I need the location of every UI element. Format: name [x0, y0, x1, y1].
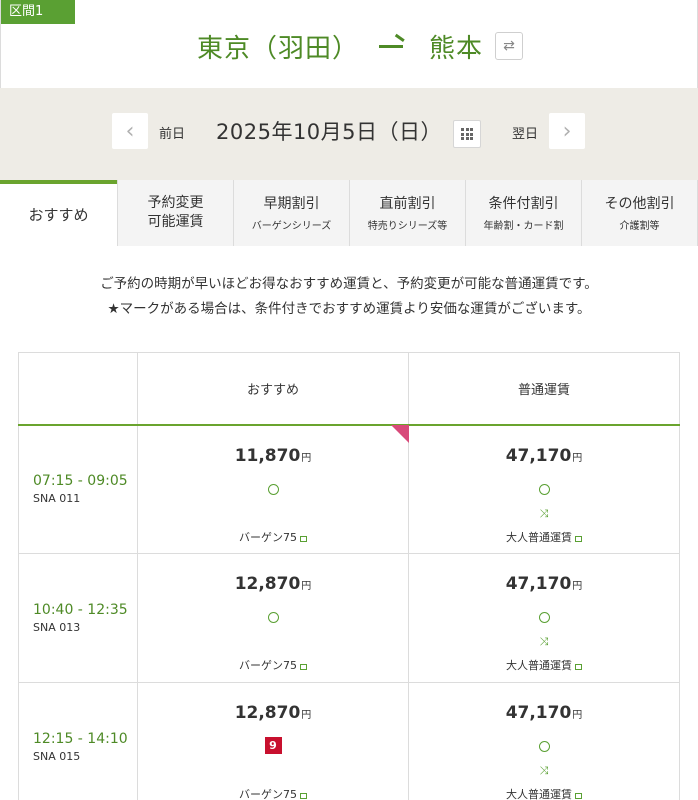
tab-title: その他割引: [604, 195, 675, 212]
remaining-seats-badge: 9: [264, 737, 282, 754]
table-row: 12:15 - 14:10 SNA 015 12,870円 9 バーゲン75 4…: [18, 682, 680, 800]
prev-day-label[interactable]: 前日: [159, 123, 185, 142]
external-link-icon: [575, 535, 582, 542]
external-link-icon: [575, 664, 582, 670]
external-link-icon: [575, 793, 582, 799]
external-link-icon: [300, 664, 307, 670]
tab-subtitle: バーゲンシリーズ: [251, 220, 332, 232]
fare-table: おすすめ 普通運賃 07:15 - 09:05 SNA 011 11,870円 …: [18, 352, 680, 800]
available-circle-icon: [267, 483, 279, 495]
table-row: 07:15 - 09:05 SNA 011 11,870円 バーゲン75 47,…: [18, 424, 680, 554]
calendar-grid-icon: [461, 128, 473, 140]
recommended-fare-cell[interactable]: 12,870円 9 バーゲン75: [137, 682, 409, 800]
fare-price: 47,170: [505, 703, 572, 723]
external-link-icon: [300, 793, 307, 799]
date-navigation: ‹ 前日 2025年10月5日（日） 翌日 ›: [0, 88, 698, 180]
available-circle-icon: [538, 741, 550, 752]
route-arrow-icon: [379, 36, 415, 56]
header-regular: 普通運賃: [408, 352, 680, 425]
section-tag: 区間1: [1, 0, 75, 24]
changeable-shuffle-icon: ⤨: [539, 635, 549, 648]
fare-price: 11,870: [234, 445, 301, 466]
intro-line: ご予約の時期が早いほどお得なおすすめ運賃と、予約変更が可能な普通運賃です。: [100, 276, 598, 292]
fare-name-link[interactable]: バーゲン75: [239, 531, 297, 544]
tab-title: 早期割引: [263, 195, 320, 212]
tab-last-minute-discount[interactable]: 直前割引 特売りシリーズ等: [349, 180, 465, 246]
destination-airport: 熊本: [429, 33, 484, 64]
external-link-icon: [300, 535, 307, 542]
table-header-row: おすすめ 普通運賃: [18, 352, 680, 425]
flight-number: SNA 013: [33, 621, 81, 634]
selected-date: 2025年10月5日（日）: [216, 120, 443, 144]
recommended-fare-cell[interactable]: 11,870円 バーゲン75: [137, 424, 409, 554]
flight-time-cell: 07:15 - 09:05 SNA 011: [18, 424, 138, 554]
yen-unit: 円: [301, 710, 312, 721]
fare-name-link[interactable]: 大人普通運賃: [506, 531, 572, 544]
header-recommended: おすすめ: [137, 352, 409, 425]
yen-unit: 円: [301, 452, 312, 464]
fare-price: 47,170: [505, 574, 572, 594]
fare-price: 12,870: [234, 574, 301, 594]
fare-price: 12,870: [234, 703, 301, 723]
changeable-shuffle-icon: ⤨: [539, 764, 549, 777]
flight-time-cell: 12:15 - 14:10 SNA 015: [18, 682, 138, 800]
tab-other-discount[interactable]: その他割引 介護割等: [581, 180, 698, 246]
swap-arrows-icon[interactable]: ⇄: [495, 32, 524, 60]
changeable-shuffle-icon: ⤨: [539, 506, 549, 520]
flight-time: 10:40 - 12:35: [33, 602, 128, 618]
available-circle-icon: [538, 612, 550, 623]
table-row: 10:40 - 12:35 SNA 013 12,870円 バーゲン75 47,…: [18, 553, 680, 683]
next-day-button[interactable]: ›: [549, 113, 585, 149]
regular-fare-cell[interactable]: 47,170円 ⤨ 大人普通運賃: [408, 424, 680, 554]
chevron-left-icon: ‹: [125, 118, 135, 144]
header-empty: [18, 352, 138, 425]
yen-unit: 円: [572, 710, 583, 721]
fare-name-link[interactable]: バーゲン75: [239, 659, 297, 672]
yen-unit: 円: [572, 452, 583, 464]
fare-price: 47,170: [505, 445, 572, 466]
flight-number: SNA 011: [33, 492, 81, 506]
tab-subtitle: 介護割等: [619, 220, 660, 232]
tab-recommended[interactable]: おすすめ: [0, 180, 117, 247]
star-corner-icon: [391, 424, 409, 443]
available-circle-icon: [267, 612, 279, 623]
recommended-fare-cell[interactable]: 12,870円 バーゲン75: [137, 553, 409, 683]
route-header: 区間1 東京（羽田） 熊本 ⇄: [0, 0, 698, 88]
flight-time-cell: 10:40 - 12:35 SNA 013: [18, 553, 138, 683]
next-day-label[interactable]: 翌日: [512, 123, 538, 142]
yen-unit: 円: [572, 581, 583, 592]
tab-early-discount[interactable]: 早期割引 バーゲンシリーズ: [233, 180, 349, 246]
regular-fare-cell[interactable]: 47,170円 ⤨ 大人普通運賃: [408, 553, 680, 683]
tab-title: 予約変更 可能運賃: [147, 195, 204, 230]
yen-unit: 円: [301, 581, 312, 592]
chevron-right-icon: ›: [562, 118, 572, 144]
fare-name-link[interactable]: 大人普通運賃: [506, 659, 572, 672]
tab-title: おすすめ: [28, 206, 89, 224]
tab-title: 直前割引: [379, 195, 436, 212]
fare-tabs: おすすめ 予約変更 可能運賃 早期割引 バーゲンシリーズ 直前割引 特売りシリー…: [0, 180, 698, 247]
prev-day-button[interactable]: ‹: [112, 113, 148, 149]
fare-name-link[interactable]: バーゲン75: [239, 788, 297, 800]
intro-line: ★マークがある場合は、条件付きでおすすめ運賃より安価な運賃がございます。: [107, 301, 591, 317]
regular-fare-cell[interactable]: 47,170円 ⤨ 大人普通運賃: [408, 682, 680, 800]
tab-title: 条件付割引: [488, 195, 559, 212]
tab-conditional-discount[interactable]: 条件付割引 年齢割・カード割: [465, 180, 581, 246]
tab-changeable[interactable]: 予約変更 可能運賃: [117, 180, 233, 246]
fare-name-link[interactable]: 大人普通運賃: [506, 788, 572, 800]
flight-time: 07:15 - 09:05: [33, 473, 128, 490]
intro-text: ご予約の時期が早いほどお得なおすすめ運賃と、予約変更が可能な普通運賃です。 ★マ…: [0, 272, 698, 322]
tab-subtitle: 年齢割・カード割: [483, 220, 564, 232]
flight-number: SNA 015: [33, 750, 81, 763]
tab-subtitle: 特売りシリーズ等: [367, 220, 448, 232]
available-circle-icon: [538, 483, 550, 495]
flight-time: 12:15 - 14:10: [33, 731, 128, 747]
calendar-button[interactable]: [453, 120, 481, 148]
route-line: 東京（羽田） 熊本 ⇄: [197, 26, 524, 66]
origin-airport: 東京（羽田）: [197, 33, 360, 64]
